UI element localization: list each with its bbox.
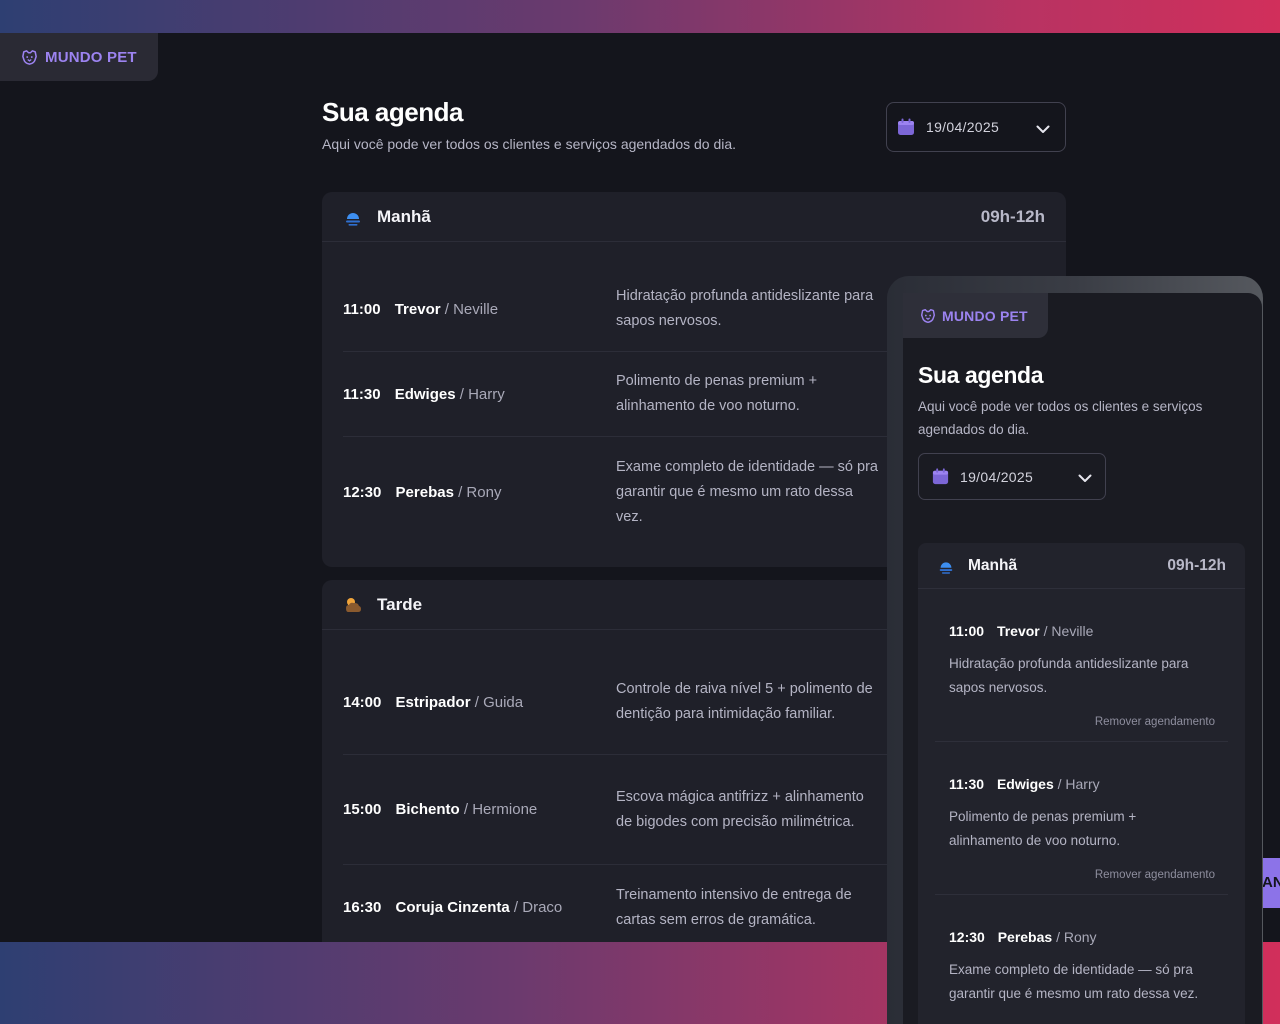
mobile-period-morning: Manhã 09h-12h 11:00 Trevor / Neville Hid… bbox=[918, 543, 1245, 1024]
owner-name: / Hermione bbox=[463, 801, 538, 818]
new-appointment-button[interactable]: AN bbox=[1262, 858, 1280, 908]
mobile-page-subtitle: Aqui você pode ver todos os clientes e s… bbox=[918, 399, 1203, 437]
sunrise-icon bbox=[343, 207, 363, 227]
service-description: Hidratação profunda antideslizante para … bbox=[616, 288, 874, 329]
mobile-date-picker[interactable]: 19/04/2025 bbox=[918, 453, 1106, 500]
pet-name: Edwiges bbox=[394, 385, 456, 403]
calendar-icon bbox=[931, 467, 950, 486]
chevron-down-icon[interactable] bbox=[1077, 470, 1093, 486]
service-description: Polimento de penas premium + alinhamento… bbox=[616, 373, 818, 414]
appointment-time: 12:30 bbox=[343, 483, 382, 501]
chevron-down-icon[interactable] bbox=[1035, 121, 1051, 137]
owner-name: / Neville bbox=[444, 300, 499, 318]
service-description: Escova mágica antifrizz + alinhamento de… bbox=[616, 788, 864, 830]
owner-name: / Harry bbox=[1057, 776, 1100, 792]
brand-name: MUNDO PET bbox=[45, 48, 137, 66]
mobile-brand-logo[interactable]: MUNDO PET bbox=[903, 293, 1048, 338]
service-description: Controle de raiva nível 5 + polimento de… bbox=[616, 681, 873, 722]
schedule-header: Sua agenda Aqui você pode ver todos os c… bbox=[322, 95, 1066, 152]
appointment-time: 11:30 bbox=[343, 385, 381, 403]
period-range: 09h-12h bbox=[980, 206, 1045, 226]
pet-name: Bichento bbox=[395, 801, 460, 818]
period-header: Manhã 09h-12h bbox=[322, 192, 1066, 242]
calendar-icon bbox=[896, 117, 916, 137]
dog-face-icon bbox=[20, 48, 39, 67]
pet-name: Edwiges bbox=[996, 776, 1054, 792]
mobile-appointment-row: 12:30 Perebas / Rony Exame completo de i… bbox=[935, 895, 1228, 1024]
owner-name: / Rony bbox=[1056, 929, 1097, 945]
new-appointment-label: AN bbox=[1262, 874, 1280, 891]
owner-name: / Harry bbox=[459, 385, 505, 403]
pet-name: Trevor bbox=[394, 300, 441, 318]
mobile-appointment-row: 11:00 Trevor / Neville Hidratação profun… bbox=[935, 589, 1228, 742]
period-name: Tarde bbox=[377, 594, 423, 614]
appointment-time: 15:00 bbox=[343, 801, 382, 818]
mobile-date-value: 19/04/2025 bbox=[960, 468, 1034, 485]
pet-name: Perebas bbox=[997, 929, 1053, 945]
sunrise-icon bbox=[937, 557, 955, 575]
appointment-time: 16:30 bbox=[343, 899, 382, 916]
appointment-time: 11:30 bbox=[949, 776, 985, 792]
dog-face-icon bbox=[919, 307, 937, 325]
pet-name: Coruja Cinzenta bbox=[395, 899, 510, 916]
mobile-brand-name: MUNDO PET bbox=[942, 307, 1028, 324]
brand-logo[interactable]: MUNDO PET bbox=[0, 33, 158, 81]
appointment-time: 12:30 bbox=[949, 929, 985, 945]
period-name: Manhã bbox=[377, 206, 431, 226]
appointment-time: 14:00 bbox=[343, 693, 382, 711]
pet-name: Trevor bbox=[996, 623, 1040, 639]
period-name: Manhã bbox=[968, 556, 1018, 574]
mobile-page-title: Sua agenda bbox=[918, 362, 1044, 388]
owner-name: / Rony bbox=[458, 483, 502, 501]
service-description: Exame completo de identidade — só pra ga… bbox=[616, 458, 878, 525]
service-description: Exame completo de identidade — só pra ga… bbox=[949, 962, 1199, 1001]
cloud-sun-icon bbox=[343, 595, 363, 615]
top-gradient-bar bbox=[0, 0, 1280, 33]
owner-name: / Draco bbox=[513, 899, 563, 916]
appointment-time: 11:00 bbox=[343, 300, 381, 318]
appointment-time: 11:00 bbox=[949, 623, 985, 639]
date-picker[interactable]: 19/04/2025 bbox=[886, 102, 1066, 152]
service-description: Polimento de penas premium + alinhamento… bbox=[949, 809, 1137, 848]
pet-name: Perebas bbox=[395, 483, 454, 501]
period-range: 09h-12h bbox=[1167, 556, 1226, 574]
service-description: Hidratação profunda antideslizante para … bbox=[949, 656, 1189, 695]
date-value: 19/04/2025 bbox=[926, 119, 1000, 135]
mobile-preview: MUNDO PET Sua agenda Aqui você pode ver … bbox=[903, 293, 1262, 1024]
mobile-appointment-row: 11:30 Edwiges / Harry Polimento de penas… bbox=[935, 742, 1228, 895]
pet-name: Estripador bbox=[395, 693, 471, 711]
period-header: Manhã 09h-12h bbox=[918, 543, 1245, 589]
remove-appointment-link[interactable]: Remover agendamento bbox=[1095, 716, 1215, 728]
owner-name: / Guida bbox=[474, 693, 524, 711]
remove-appointment-link[interactable]: Remover agendamento bbox=[1095, 869, 1215, 881]
owner-name: / Neville bbox=[1043, 623, 1094, 639]
service-description: Treinamento intensivo de entrega de cart… bbox=[616, 886, 852, 928]
